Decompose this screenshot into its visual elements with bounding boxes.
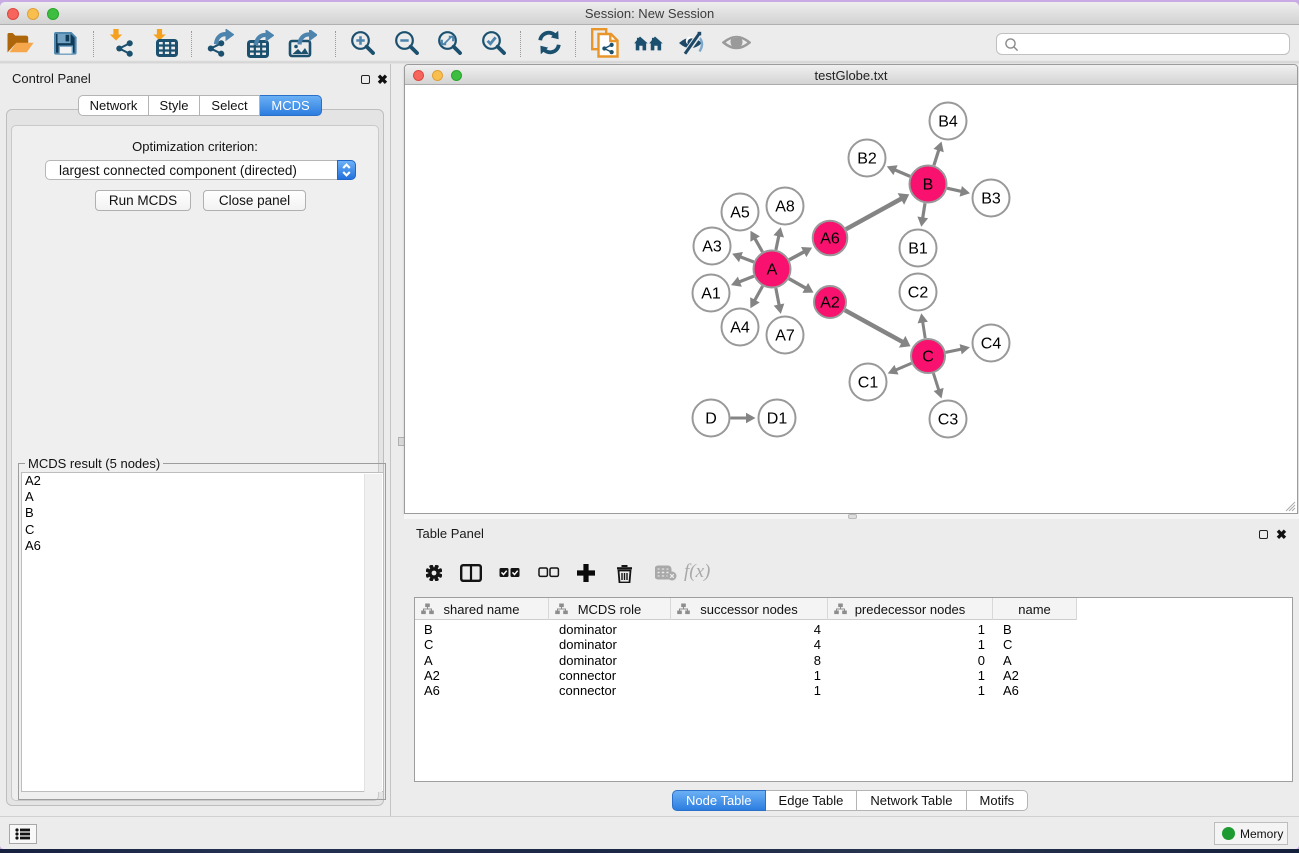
svg-text:D: D	[705, 410, 717, 427]
svg-text:A8: A8	[775, 198, 795, 215]
svg-text:C2: C2	[908, 284, 929, 301]
svg-text:B2: B2	[857, 150, 877, 167]
svg-text:C1: C1	[858, 374, 879, 391]
svg-text:B: B	[923, 176, 934, 193]
svg-text:A1: A1	[701, 285, 721, 302]
svg-text:A: A	[767, 261, 778, 278]
svg-text:B1: B1	[908, 240, 928, 257]
svg-text:A4: A4	[730, 319, 750, 336]
svg-text:A7: A7	[775, 327, 795, 344]
svg-text:C4: C4	[981, 335, 1002, 352]
svg-text:C: C	[922, 348, 934, 365]
svg-text:C3: C3	[938, 411, 959, 428]
svg-text:B3: B3	[981, 190, 1001, 207]
svg-text:A6: A6	[820, 230, 840, 247]
svg-text:D1: D1	[767, 410, 788, 427]
svg-text:A3: A3	[702, 238, 722, 255]
svg-text:B4: B4	[938, 113, 958, 130]
svg-text:A5: A5	[730, 204, 750, 221]
svg-text:A2: A2	[820, 294, 840, 311]
